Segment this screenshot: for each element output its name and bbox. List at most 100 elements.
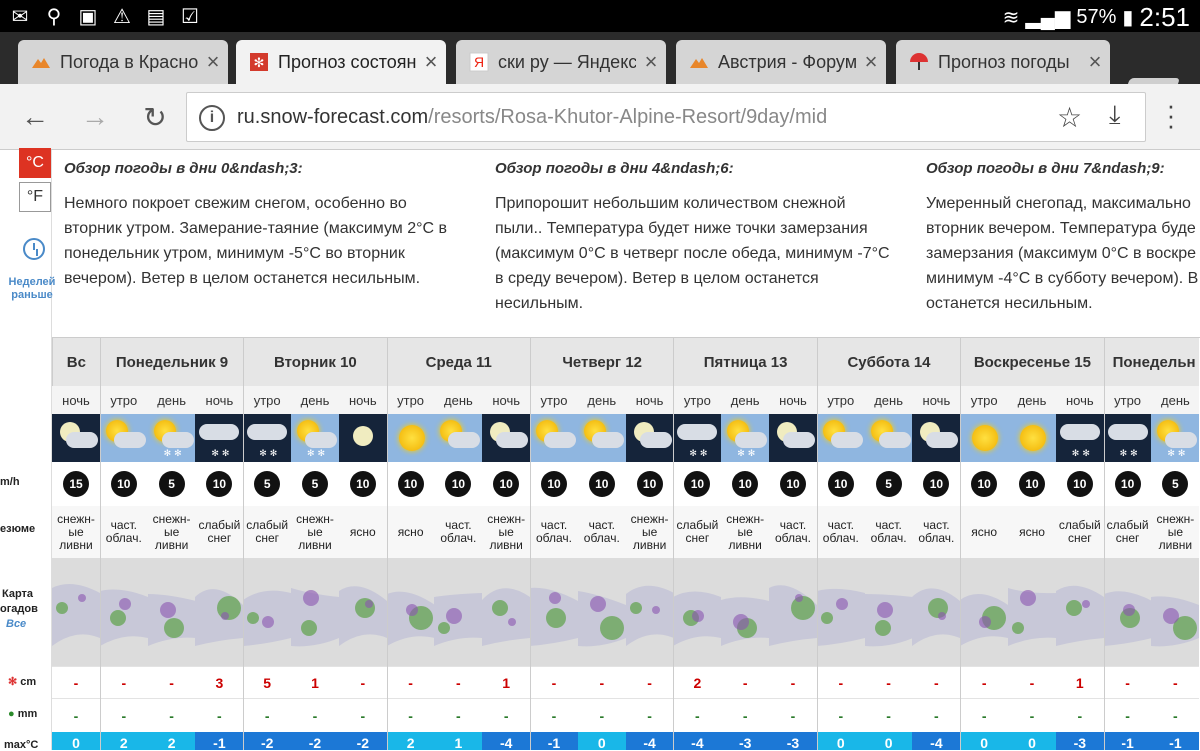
period-cell: ночь [482, 386, 531, 414]
rain-amount: - [625, 698, 674, 732]
search-icon: ⚲ [46, 5, 62, 28]
tab-title: Австрия - Форум [718, 51, 856, 72]
close-tab-icon[interactable]: × [636, 49, 666, 75]
snow-row-label: ✻ cm [8, 675, 36, 688]
max-temp: -1 [1103, 732, 1152, 750]
period-cell: утро [386, 386, 435, 414]
day-header[interactable]: Вс [52, 338, 100, 386]
url-text[interactable]: ru.snow-forecast.com/resorts/Rosa-Khutor… [237, 106, 827, 129]
close-tab-icon[interactable]: × [198, 49, 228, 75]
no-sim-icon: ▤ [146, 5, 166, 28]
snow-amount: - [864, 666, 913, 698]
wind-speed: 10 [684, 471, 711, 497]
tab-2-active[interactable]: ✻ Прогноз состоян × [236, 40, 446, 84]
precipitation-map-thumbnail[interactable] [673, 558, 722, 666]
snow-amount: 1 [1055, 666, 1104, 698]
precipitation-map-thumbnail[interactable] [291, 558, 339, 666]
tab-1[interactable]: Погода в Красно × [18, 40, 228, 84]
weeks-earlier-link[interactable]: Неделей раньше [2, 276, 62, 302]
day-header[interactable]: Вторник 10 [243, 338, 387, 386]
period-cell: день [1008, 386, 1056, 414]
precipitation-map-thumbnail[interactable] [338, 558, 387, 666]
precipitation-map-thumbnail[interactable] [1151, 558, 1200, 666]
reload-icon[interactable]: ↻ [138, 100, 172, 134]
weather-summary-line: ливни [728, 537, 762, 552]
tab-5[interactable]: Прогноз погоды × [896, 40, 1110, 84]
wind-cell: 10 [1008, 462, 1056, 506]
snow-amount: - [530, 666, 578, 698]
precipitation-map-thumbnail[interactable] [816, 558, 865, 666]
period-cell: утро [960, 386, 1009, 414]
wind-cell: 10 [482, 462, 531, 506]
precipitation-map-thumbnail[interactable] [243, 558, 292, 666]
max-temp: -2 [243, 732, 292, 750]
close-tab-icon[interactable]: × [1080, 49, 1110, 75]
tab-3[interactable]: Я ски ру — Яндекс × [456, 40, 666, 84]
day-header[interactable]: Воскресенье 15 [960, 338, 1104, 386]
weather-summary-line: ливни [489, 537, 523, 552]
tab-4[interactable]: Австрия - Форум × [676, 40, 886, 84]
precipitation-map-thumbnail[interactable] [577, 558, 626, 666]
precipitation-map-thumbnail[interactable] [912, 558, 961, 666]
download-icon[interactable]: ⤓ [1109, 99, 1121, 131]
day-header[interactable]: Пятница 13 [673, 338, 817, 386]
weather-summary: снежн-ые ливни [147, 506, 196, 558]
wind-cell: 10 [625, 462, 674, 506]
wind-cell: 10 [1055, 462, 1104, 506]
max-temp: -2 [291, 732, 339, 750]
precipitation-map-thumbnail[interactable] [195, 558, 244, 666]
info-icon[interactable]: i [199, 105, 225, 131]
map-all-link[interactable]: Все [6, 618, 26, 630]
clock-icon[interactable] [23, 238, 45, 260]
precipitation-map-thumbnail[interactable] [625, 558, 674, 666]
address-bar[interactable]: i ru.snow-forecast.com/resorts/Rosa-Khut… [186, 92, 1146, 142]
max-temp: -1 [530, 732, 578, 750]
bookmark-star-icon[interactable]: ☆ [1057, 101, 1082, 134]
precipitation-map-thumbnail[interactable] [530, 558, 578, 666]
precipitation-map-thumbnail[interactable] [1008, 558, 1056, 666]
precipitation-map-thumbnail[interactable] [960, 558, 1009, 666]
snow-amount: 2 [673, 666, 722, 698]
snow-amount: - [721, 666, 770, 698]
max-temp: 2 [147, 732, 196, 750]
day-header[interactable]: Понедельник 9 [99, 338, 244, 386]
summary-line: замерзания (максимум 0°C в воскре [926, 245, 1197, 262]
precipitation-map-thumbnail[interactable] [52, 558, 100, 666]
precipitation-map-thumbnail[interactable] [482, 558, 531, 666]
moon-cloud-icon [482, 414, 531, 462]
day-header[interactable]: Среда 11 [386, 338, 530, 386]
wind-speed: 5 [875, 471, 902, 497]
precipitation-map-thumbnail[interactable] [434, 558, 483, 666]
wind-speed: 10 [1114, 471, 1141, 497]
close-tab-icon[interactable]: × [856, 49, 886, 75]
period-cell: ночь [769, 386, 817, 414]
rain-amount: - [1055, 698, 1104, 732]
day-header[interactable]: Понедельн [1103, 338, 1200, 386]
weather-summary-line: ясно [349, 524, 376, 539]
umbrella-favicon-icon [908, 51, 930, 73]
max-temp: -4 [673, 732, 722, 750]
precipitation-map-thumbnail[interactable] [1103, 558, 1152, 666]
day-header[interactable]: Суббота 14 [816, 338, 961, 386]
forward-arrow-icon[interactable]: → [78, 100, 112, 134]
wind-cell: 10 [769, 462, 817, 506]
overflow-menu-icon[interactable]: · · · [1162, 92, 1180, 138]
browser-toolbar: ← → ↻ i ru.snow-forecast.com/resorts/Ros… [0, 84, 1200, 150]
precipitation-map-thumbnail[interactable] [147, 558, 196, 666]
celsius-toggle[interactable]: °C [19, 148, 51, 178]
wifi-icon: ≋ [1002, 7, 1020, 29]
fahrenheit-toggle[interactable]: °F [19, 182, 51, 212]
precipitation-map-thumbnail[interactable] [386, 558, 435, 666]
day-header[interactable]: Четверг 12 [530, 338, 674, 386]
precipitation-map-thumbnail[interactable] [99, 558, 148, 666]
precipitation-map-thumbnail[interactable] [721, 558, 770, 666]
wind-speed: 10 [1019, 471, 1045, 497]
summary-line: вторник вечером. Температура буде [926, 220, 1196, 237]
back-arrow-icon[interactable]: ← [18, 100, 52, 134]
precipitation-map-thumbnail[interactable] [1055, 558, 1104, 666]
close-tab-icon[interactable]: × [416, 49, 446, 75]
period-cell: утро [1103, 386, 1152, 414]
precipitation-map-thumbnail[interactable] [864, 558, 913, 666]
precipitation-map-thumbnail[interactable] [769, 558, 817, 666]
summary-line: вечером). Ветер в целом останется несиль… [64, 270, 421, 287]
